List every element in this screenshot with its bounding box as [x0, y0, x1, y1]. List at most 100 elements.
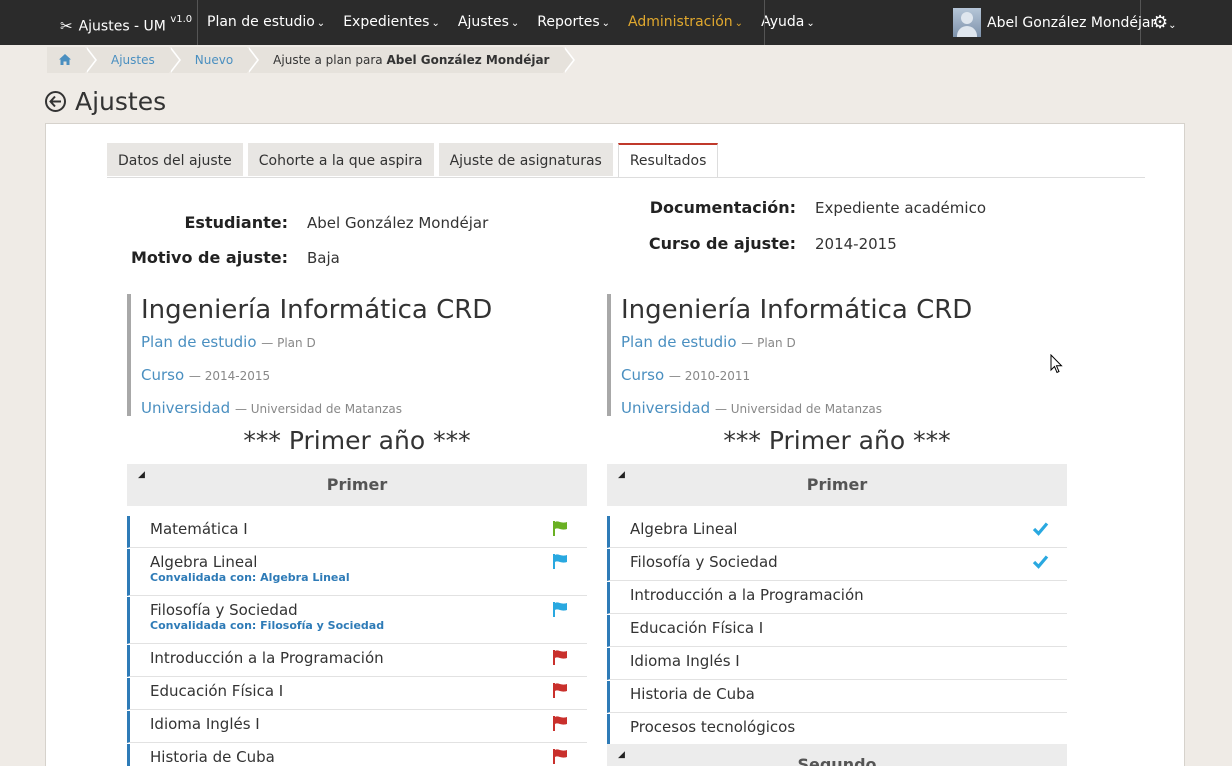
right-course-line: Curso — 2010-2011 — [621, 359, 1067, 392]
right-subject-row[interactable]: Historia de Cuba — [607, 681, 1067, 713]
tab-ajuste-de-asignaturas[interactable]: Ajuste de asignaturas — [438, 143, 613, 176]
left-plan-title: Ingeniería Informática CRD — [141, 295, 493, 325]
collapse-triangle-icon: ◢ — [138, 470, 145, 480]
flag-icon — [552, 520, 569, 541]
menu-plan-de-estudio[interactable]: Plan de estudio ⌄ — [198, 0, 334, 45]
right-subject-row[interactable]: Educación Física I — [607, 615, 1067, 647]
right-course-value: — 2010-2011 — [668, 369, 751, 383]
tab-datos-del-ajuste[interactable]: Datos del ajuste — [107, 143, 243, 176]
home-icon — [59, 54, 71, 65]
main-menu: Plan de estudio ⌄ Expedientes ⌄ Ajustes ⌄ R… — [198, 0, 824, 45]
check-icon — [1032, 520, 1049, 541]
left-semester-header[interactable]: ◢ Primer — [127, 464, 587, 506]
chevron-down-icon: ⌄ — [1168, 20, 1177, 31]
right-plan-title: Ingeniería Informática CRD — [621, 295, 973, 325]
subject-name: Algebra Lineal — [150, 553, 258, 571]
page-header: Ajustes — [45, 86, 166, 116]
student-value: Abel González Mondéjar — [307, 214, 489, 232]
top-navbar: ✂ Ajustes - UM v1.0 Plan de estudio ⌄ Expe… — [0, 0, 1232, 45]
left-subject-row[interactable]: Introducción a la Programación — [127, 645, 587, 677]
menu-ayuda[interactable]: Ayuda ⌄ — [752, 0, 824, 45]
nav-separator — [764, 0, 765, 45]
left-subject-row[interactable]: Algebra Lineal Convalidada con: Algebra L… — [127, 549, 587, 596]
right-subject-row[interactable]: Procesos tecnológicos — [607, 714, 1067, 746]
student-label: Estudiante: — [184, 213, 288, 232]
reason-label: Motivo de ajuste: — [130, 248, 288, 267]
right-subject-row[interactable]: Introducción a la Programación — [607, 582, 1067, 614]
menu-ajustes[interactable]: Ajustes ⌄ — [449, 0, 528, 45]
left-year-title: *** Primer año *** — [243, 426, 471, 455]
subject-name: Historia de Cuba — [630, 685, 755, 703]
left-uni-line: Universidad — Universidad de Matanzas — [141, 392, 587, 425]
right-semester-label: Primer — [806, 475, 868, 494]
right-plan-info: Ingeniería Informática CRD Plan de estud… — [607, 294, 1067, 417]
app-name: Ajustes - UM — [78, 18, 166, 35]
subject-name: Introducción a la Programación — [630, 586, 864, 604]
subject-name: Procesos tecnológicos — [630, 718, 796, 736]
course-label: Curso de ajuste: — [648, 234, 796, 253]
right-subject-row[interactable]: Filosofía y Sociedad — [607, 549, 1067, 581]
left-plan-info: Ingeniería Informática CRD Plan de estud… — [127, 294, 587, 417]
user-name: Abel González Mondéjar — [987, 14, 1157, 31]
chevron-down-icon: ⌄ — [734, 18, 744, 29]
flag-icon — [552, 553, 569, 574]
flag-icon — [552, 715, 569, 736]
results-panel: Estudiante: Abel González Mondéjar Motiv… — [107, 177, 1145, 766]
menu-expedientes[interactable]: Expedientes ⌄ — [334, 0, 449, 45]
left-course-label: Curso — [141, 366, 185, 384]
settings-menu[interactable]: ⚙⌄ — [1152, 0, 1177, 45]
left-subject-row[interactable]: Matemática I — [127, 516, 587, 548]
breadcrumb-current-name: Abel González Mondéjar — [386, 53, 550, 67]
left-plan-line: Plan de estudio — Plan D — [141, 326, 587, 359]
right-uni-label: Universidad — [621, 399, 711, 417]
left-plan-label: Plan de estudio — [141, 333, 257, 351]
left-subject-row[interactable]: Historia de Cuba — [127, 744, 587, 766]
left-subject-row[interactable]: Educación Física I — [127, 678, 587, 710]
gear-icon: ⚙ — [1152, 12, 1169, 33]
scissors-icon: ✂ — [60, 16, 73, 35]
subject-name: Matemática I — [150, 520, 248, 538]
right-subject-row[interactable]: Algebra Lineal — [607, 516, 1067, 548]
left-subject-row[interactable]: Idioma Inglés I — [127, 711, 587, 743]
right-semester2-label: Segundo — [797, 755, 877, 766]
flag-icon — [552, 649, 569, 670]
subject-name: Historia de Cuba — [150, 748, 275, 766]
left-semester-label: Primer — [326, 475, 388, 494]
menu-reportes[interactable]: Reportes ⌄ — [528, 0, 619, 45]
right-plan-label: Plan de estudio — [621, 333, 737, 351]
breadcrumb-nuevo[interactable]: Nuevo — [170, 47, 260, 73]
menu-administracion[interactable]: Administración ⌄ — [619, 0, 752, 45]
user-menu[interactable]: Abel González Mondéjar — [953, 8, 1156, 37]
left-plan-value: — Plan D — [261, 336, 316, 350]
right-semester2-header[interactable]: ◢ Segundo — [607, 744, 1067, 766]
documentation-value: Expediente académico — [815, 199, 986, 217]
breadcrumb-home[interactable] — [47, 47, 97, 73]
tab-cohorte[interactable]: Cohorte a la que aspira — [247, 143, 434, 176]
subject-name: Idioma Inglés I — [150, 715, 260, 733]
right-semester-header[interactable]: ◢ Primer — [607, 464, 1067, 506]
back-arrow-icon[interactable] — [45, 90, 66, 112]
breadcrumb-ajustes[interactable]: Ajustes — [87, 47, 181, 73]
tab-resultados[interactable]: Resultados — [617, 143, 719, 178]
chevron-down-icon: ⌄ — [601, 18, 611, 29]
right-plan-line: Plan de estudio — Plan D — [621, 326, 1067, 359]
left-course-value: — 2014-2015 — [188, 369, 271, 383]
left-course-line: Curso — 2014-2015 — [141, 359, 587, 392]
subject-name: Educación Física I — [630, 619, 764, 637]
main-panel: Datos del ajuste Cohorte a la que aspira… — [45, 123, 1185, 766]
subject-name: Idioma Inglés I — [630, 652, 740, 670]
page-title: Ajustes — [75, 86, 167, 116]
reason-value: Baja — [307, 249, 340, 267]
subject-name: Introducción a la Programación — [150, 649, 384, 667]
chevron-down-icon: ⌄ — [510, 18, 520, 29]
right-year-title: *** Primer año *** — [723, 426, 951, 455]
subject-name: Educación Física I — [150, 682, 284, 700]
right-uni-value: — Universidad de Matanzas — [714, 402, 882, 416]
right-subject-row[interactable]: Idioma Inglés I — [607, 648, 1067, 680]
app-version: v1.0 — [170, 14, 193, 25]
chevron-down-icon: ⌄ — [316, 18, 326, 29]
app-brand[interactable]: ✂ Ajustes - UM v1.0 — [60, 0, 192, 45]
convalidation-note: Convalidada con: Algebra Lineal — [150, 571, 350, 584]
flag-icon — [552, 748, 569, 766]
left-subject-row[interactable]: Filosofía y Sociedad Convalidada con: Fil… — [127, 597, 587, 644]
